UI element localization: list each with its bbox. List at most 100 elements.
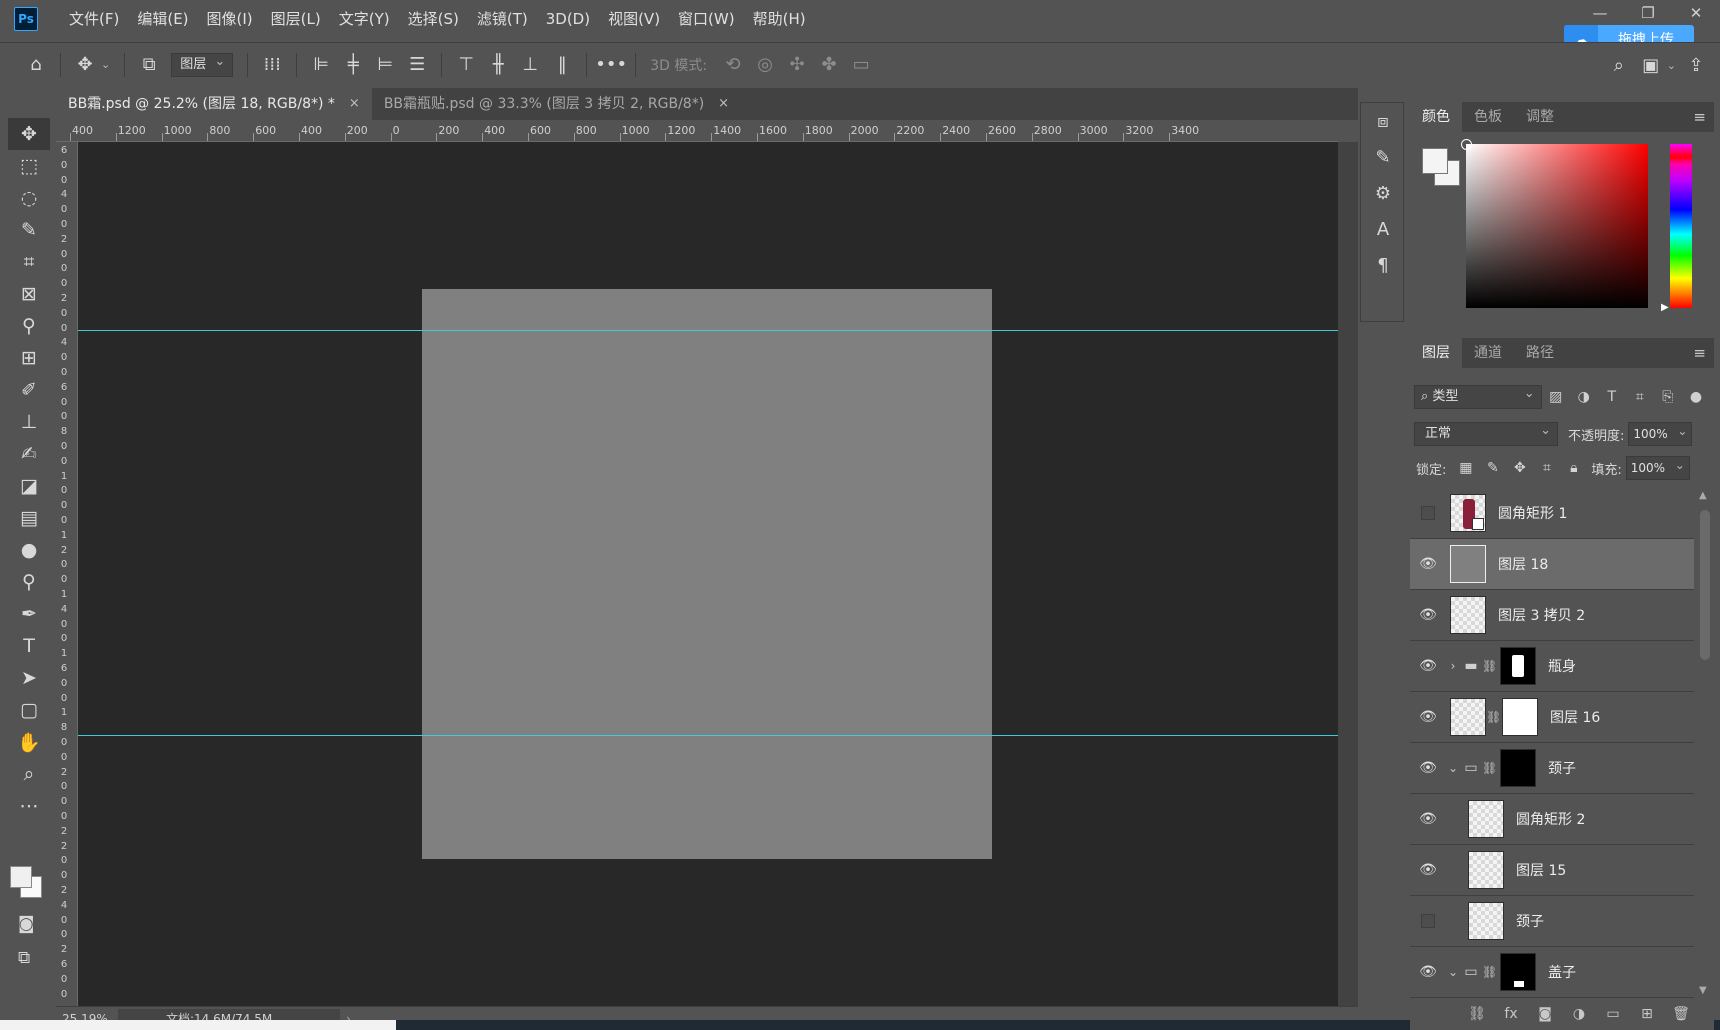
- crop-tool-icon[interactable]: ⌗: [8, 246, 50, 278]
- layer-thumbnail[interactable]: [1468, 800, 1504, 838]
- layer-name[interactable]: 图层 3 拷贝 2: [1498, 605, 1585, 625]
- tab-layers[interactable]: 图层: [1410, 338, 1462, 368]
- chevron-down-icon[interactable]: ⌄: [1667, 59, 1676, 72]
- layer-row[interactable]: 👁︎ 圆角矩形 2: [1410, 794, 1694, 845]
- layer-group-row[interactable]: 👁︎ ⌄ ▭ ⛓ 颈子: [1410, 743, 1694, 794]
- zoom-tool-icon[interactable]: ⌕: [8, 758, 50, 790]
- eyedropper-tool-icon[interactable]: ⚲: [8, 310, 50, 342]
- share-icon[interactable]: ⇪: [1680, 55, 1712, 76]
- tab-bb-cream[interactable]: BB霜.psd @ 25.2% (图层 18, RGB/8*) * ×: [56, 88, 372, 120]
- 3d-roll-icon[interactable]: ◎: [749, 54, 781, 75]
- filter-toggle-icon[interactable]: ●: [1682, 389, 1710, 405]
- foreground-color-swatch[interactable]: [10, 866, 32, 888]
- dodge-tool-icon[interactable]: ⚲: [8, 566, 50, 598]
- new-layer-icon[interactable]: ⊞: [1630, 1006, 1664, 1022]
- canvas-area[interactable]: [78, 142, 1338, 1006]
- layer-name[interactable]: 圆角矩形 2: [1516, 809, 1585, 829]
- layer-name[interactable]: 瓶身: [1548, 656, 1576, 676]
- layer-name[interactable]: 图层 18: [1498, 554, 1548, 574]
- align-top-icon[interactable]: ⊤: [450, 54, 482, 75]
- screen-mode-icon[interactable]: ⧉: [18, 948, 30, 968]
- hue-marker-icon[interactable]: ▶: [1661, 302, 1669, 313]
- paragraph-icon[interactable]: ¶: [1361, 247, 1405, 283]
- menu-layer[interactable]: 图层(L): [262, 0, 330, 38]
- menu-help[interactable]: 帮助(H): [744, 0, 815, 38]
- history-brush-tool-icon[interactable]: ✍: [8, 438, 50, 470]
- eye-icon[interactable]: 👁︎: [1410, 964, 1446, 980]
- layer-thumbnail[interactable]: [1468, 851, 1504, 889]
- menu-window[interactable]: 窗口(W): [669, 0, 744, 38]
- gradient-tool-icon[interactable]: ▤: [8, 502, 50, 534]
- auto-select-target-select[interactable]: 图层: [171, 51, 234, 77]
- minimize-button[interactable]: —: [1576, 0, 1624, 26]
- vertical-ruler[interactable]: 6 0 0 4 0 0 2 0 0 0 2 0 0 4 0 0 6 0 0 8 0 0 1 0 0 0 1 2 0 0 1 4 0 0 1 6 0 0 1 8…: [56, 142, 78, 1006]
- layer-row[interactable]: 👁︎ ⛓ 图层 16: [1410, 692, 1694, 743]
- 3d-rotate-icon[interactable]: ⟲: [717, 54, 749, 75]
- new-group-icon[interactable]: ▭: [1596, 1006, 1630, 1022]
- align-left-icon[interactable]: ⊫: [305, 54, 337, 75]
- link-icon[interactable]: ⛓: [1486, 710, 1501, 724]
- character-icon[interactable]: A: [1361, 211, 1405, 247]
- layer-name[interactable]: 图层 16: [1550, 707, 1600, 727]
- layer-row[interactable]: 👁︎ 图层 15: [1410, 845, 1694, 896]
- align-bottom-icon[interactable]: ⊥: [514, 54, 546, 75]
- layers-scrollbar[interactable]: ▲ ▼: [1694, 488, 1714, 998]
- eye-icon[interactable]: 👁︎: [1410, 607, 1446, 623]
- menu-type[interactable]: 文字(Y): [330, 0, 399, 38]
- document-scrollbar[interactable]: [1338, 142, 1358, 1006]
- eye-icon[interactable]: 👁︎: [1410, 811, 1446, 827]
- close-icon[interactable]: ×: [349, 88, 360, 120]
- panel-menu-icon[interactable]: ≡: [1693, 108, 1706, 126]
- layer-mask-thumbnail[interactable]: [1502, 698, 1538, 736]
- layer-name[interactable]: 圆角矩形 1: [1498, 503, 1567, 523]
- rectangle-tool-icon[interactable]: ▢: [8, 694, 50, 726]
- fx-icon[interactable]: fx: [1494, 1006, 1528, 1022]
- hand-tool-icon[interactable]: ✋: [8, 726, 50, 758]
- foreground-color-swatch[interactable]: [1422, 148, 1448, 174]
- menu-edit[interactable]: 编辑(E): [128, 0, 197, 38]
- brush-tool-icon[interactable]: ✐: [8, 374, 50, 406]
- fill-input[interactable]: 100%: [1625, 454, 1690, 480]
- lock-all-icon[interactable]: 🔒︎: [1560, 460, 1587, 476]
- edit-toolbar-icon[interactable]: ⋯: [8, 790, 50, 822]
- lock-position-icon[interactable]: ✥: [1506, 460, 1533, 476]
- link-icon[interactable]: ⛓: [1482, 965, 1497, 979]
- tab-color[interactable]: 颜色: [1410, 102, 1462, 132]
- opacity-input[interactable]: 100%: [1628, 420, 1693, 446]
- panel-menu-icon[interactable]: ≡: [1693, 344, 1706, 362]
- healing-brush-tool-icon[interactable]: ⊞: [8, 342, 50, 374]
- marquee-tool-icon[interactable]: ⬚: [8, 150, 50, 182]
- link-icon[interactable]: ⛓: [1482, 659, 1497, 673]
- hue-slider[interactable]: [1670, 144, 1692, 308]
- path-select-tool-icon[interactable]: ➤: [8, 662, 50, 694]
- eye-icon[interactable]: 👁︎: [1410, 862, 1446, 878]
- chevron-down-icon[interactable]: ⌄: [101, 58, 110, 71]
- quick-mask-icon[interactable]: ◙: [18, 914, 35, 934]
- type-tool-icon[interactable]: T: [8, 630, 50, 662]
- filter-shape-icon[interactable]: ⌗: [1626, 389, 1654, 405]
- move-tool-icon[interactable]: ✥: [8, 118, 50, 150]
- scroll-thumb[interactable]: [1700, 510, 1710, 660]
- layer-row[interactable]: 👁︎ 图层 18: [1410, 539, 1694, 590]
- link-layers-icon[interactable]: ⛓: [1460, 1006, 1494, 1022]
- clone-stamp-tool-icon[interactable]: ⊥: [8, 406, 50, 438]
- properties-icon[interactable]: ⚙: [1361, 175, 1405, 211]
- frame-tool-icon[interactable]: ⊠: [8, 278, 50, 310]
- menu-filter[interactable]: 滤镜(T): [468, 0, 537, 38]
- lock-transparent-icon[interactable]: ▦: [1452, 460, 1479, 476]
- 3d-pan-icon[interactable]: ✣: [781, 54, 813, 75]
- tab-bb-cream-label[interactable]: BB霜瓶贴.psd @ 33.3% (图层 3 拷贝 2, RGB/8*) ×: [372, 88, 741, 120]
- eye-icon[interactable]: 👁︎: [1410, 556, 1446, 572]
- layer-thumbnail[interactable]: [1450, 698, 1486, 736]
- transform-controls-icon[interactable]: ⁞⁞⁞: [256, 54, 288, 75]
- distribute-v-icon[interactable]: ☰: [401, 54, 433, 75]
- menu-select[interactable]: 选择(S): [399, 0, 468, 38]
- trash-icon[interactable]: 🗑︎: [1664, 1006, 1698, 1022]
- close-icon[interactable]: ×: [718, 88, 729, 120]
- lasso-tool-icon[interactable]: ◌: [8, 182, 50, 214]
- horizontal-ruler[interactable]: 400 1200 1000 800 600 400 200 0 200 400 600 800 1000…: [56, 120, 1338, 142]
- tab-paths[interactable]: 路径: [1514, 338, 1566, 368]
- layer-name[interactable]: 图层 15: [1516, 860, 1566, 880]
- add-mask-icon[interactable]: ◙: [1528, 1006, 1562, 1022]
- guide-line[interactable]: [78, 735, 1338, 736]
